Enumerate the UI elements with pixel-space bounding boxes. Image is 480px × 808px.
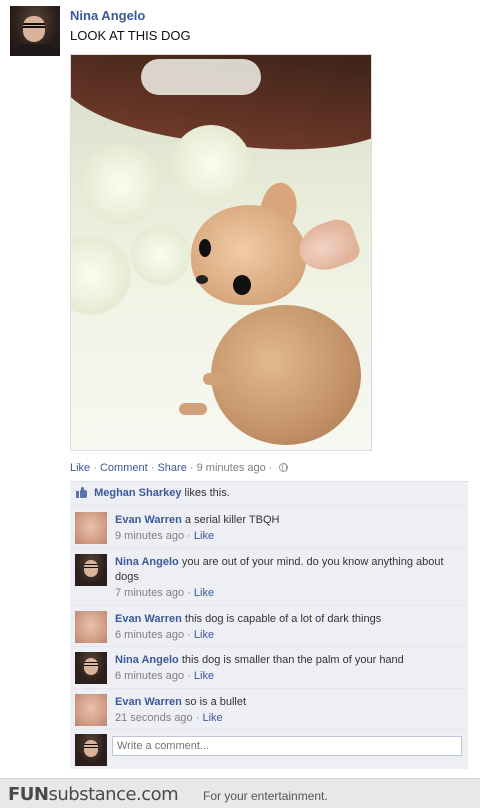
cushion-tuft xyxy=(131,225,191,285)
like-link[interactable]: Like xyxy=(70,462,90,474)
commenter-name[interactable]: Nina Angelo xyxy=(115,654,179,666)
comment-item: Evan Warren so is a bullet 21 seconds ag… xyxy=(70,689,468,730)
separator: · xyxy=(189,462,197,474)
comment-text: this dog is capable of a lot of dark thi… xyxy=(184,613,382,625)
funsubstance-logo: FUNsubstance.com xyxy=(8,784,179,805)
comments-section: Meghan Sharkey likes this. Evan Warren a… xyxy=(70,481,468,769)
dog-eye-left xyxy=(199,239,211,257)
commenter-avatar[interactable] xyxy=(75,694,107,726)
sofa-carving xyxy=(141,59,261,95)
poster-avatar[interactable] xyxy=(10,6,60,56)
commenter-avatar[interactable] xyxy=(75,512,107,544)
avatar-face xyxy=(23,16,45,42)
avatar-glasses xyxy=(23,23,45,28)
composer-avatar xyxy=(75,734,107,766)
brand-rest: substance.com xyxy=(48,784,179,805)
comment-item: Nina Angelo you are out of your mind. do… xyxy=(70,549,468,606)
commenter-name[interactable]: Evan Warren xyxy=(115,613,182,625)
comment-time[interactable]: 9 minutes ago xyxy=(115,530,184,542)
dog-eye-right xyxy=(233,275,251,295)
commenter-name[interactable]: Evan Warren xyxy=(115,696,182,708)
post-timestamp[interactable]: 9 minutes ago xyxy=(197,462,266,474)
cushion-tuft xyxy=(81,145,161,225)
cushion-tuft xyxy=(171,125,251,205)
commenter-name[interactable]: Evan Warren xyxy=(115,514,182,526)
globe-icon[interactable] xyxy=(278,463,288,472)
comment-body: Evan Warren so is a bullet 21 seconds ag… xyxy=(115,695,460,726)
comment-meta: 6 minutes ago · Like xyxy=(115,670,215,682)
likes-suffix: likes this. xyxy=(184,487,230,499)
site-footer: FUNsubstance.com For your entertainment. xyxy=(0,778,480,808)
comment-like-link[interactable]: Like xyxy=(194,629,214,641)
comment-text: a serial killer TBQH xyxy=(184,514,280,526)
cushion-tuft xyxy=(71,235,131,315)
comment-like-link[interactable]: Like xyxy=(202,712,222,724)
post-actions: Like · Comment · Share · 9 minutes ago · xyxy=(70,462,288,474)
comment-item: Nina Angelo this dog is smaller than the… xyxy=(70,647,468,689)
comment-link[interactable]: Comment xyxy=(100,462,148,474)
comment-item: Evan Warren this dog is capable of a lot… xyxy=(70,606,468,647)
thumbs-up-icon xyxy=(76,487,88,498)
comment-meta: 21 seconds ago · Like xyxy=(115,712,223,724)
dog-nose xyxy=(196,275,208,284)
comment-text: so is a bullet xyxy=(184,696,247,708)
comment-meta: 6 minutes ago · Like xyxy=(115,629,215,641)
comment-meta: 7 minutes ago · Like xyxy=(115,587,215,599)
comment-time[interactable]: 21 seconds ago xyxy=(115,712,193,724)
dog-paw xyxy=(203,373,231,385)
footer-tagline: For your entertainment. xyxy=(203,789,328,803)
comment-body: Evan Warren this dog is capable of a lot… xyxy=(115,612,460,643)
comment-body: Nina Angelo you are out of your mind. do… xyxy=(115,555,460,601)
comment-like-link[interactable]: Like xyxy=(194,670,214,682)
comment-time[interactable]: 6 minutes ago xyxy=(115,670,184,682)
brand-fun: FUN xyxy=(8,784,49,805)
commenter-avatar[interactable] xyxy=(75,652,107,684)
comment-time[interactable]: 7 minutes ago xyxy=(115,587,184,599)
comment-input[interactable] xyxy=(112,736,462,756)
comment-composer xyxy=(70,730,468,770)
likes-summary: Meghan Sharkey likes this. xyxy=(70,482,468,506)
comment-text: this dog is smaller than the palm of you… xyxy=(181,654,404,666)
avatar-shirt xyxy=(14,44,56,56)
commenter-avatar[interactable] xyxy=(75,611,107,643)
comment-body: Nina Angelo this dog is smaller than the… xyxy=(115,653,460,684)
comment-time[interactable]: 6 minutes ago xyxy=(115,629,184,641)
commenter-avatar[interactable] xyxy=(75,554,107,586)
comment-like-link[interactable]: Like xyxy=(194,587,214,599)
comment-like-link[interactable]: Like xyxy=(194,530,214,542)
liker-name[interactable]: Meghan Sharkey xyxy=(94,487,181,499)
separator: · xyxy=(93,462,100,474)
poster-name[interactable]: Nina Angelo xyxy=(70,8,145,23)
commenter-name[interactable]: Nina Angelo xyxy=(115,556,179,568)
comment-item: Evan Warren a serial killer TBQH 9 minut… xyxy=(70,507,468,549)
post-text: LOOK AT THIS DOG xyxy=(70,28,191,43)
share-link[interactable]: Share xyxy=(157,462,186,474)
dog-body xyxy=(211,305,361,445)
comment-meta: 9 minutes ago · Like xyxy=(115,530,215,542)
dog-paw xyxy=(179,403,207,415)
comment-body: Evan Warren a serial killer TBQH 9 minut… xyxy=(115,513,460,544)
post-photo[interactable] xyxy=(70,54,372,451)
separator: · xyxy=(268,462,276,474)
